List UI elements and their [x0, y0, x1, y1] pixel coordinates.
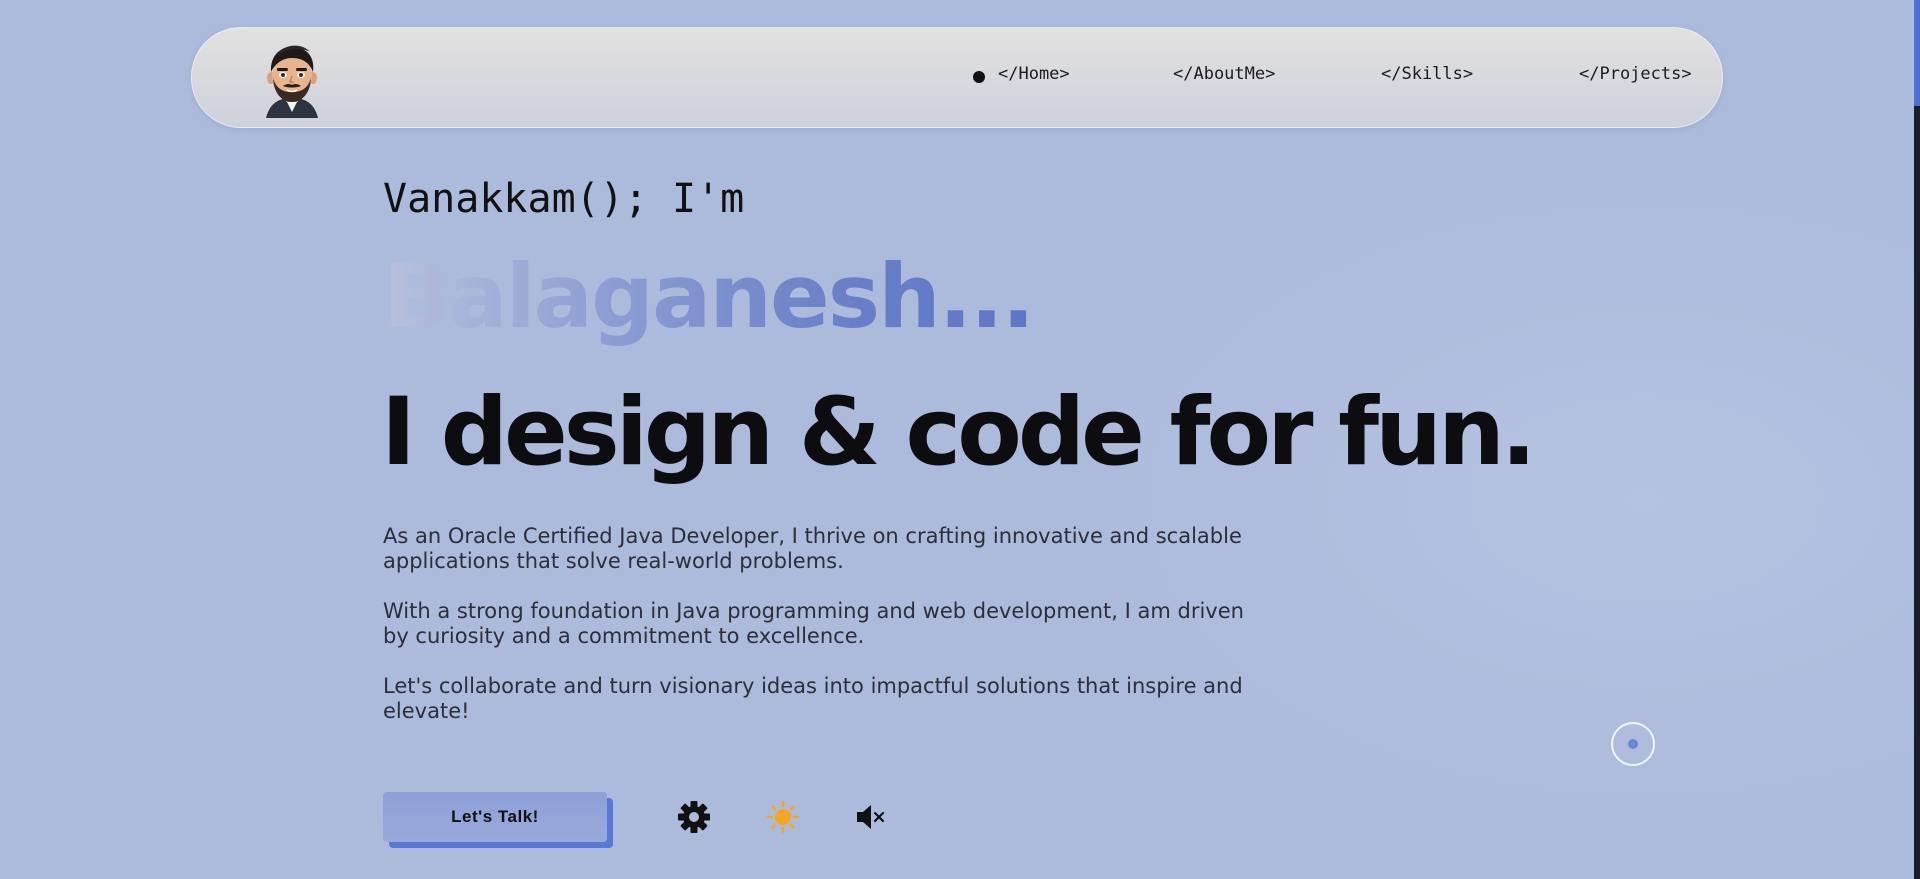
nav-item-skills[interactable]: </Skills> [1381, 64, 1473, 84]
gear-icon [675, 801, 713, 840]
bio-paragraph: Let's collaborate and turn visionary ide… [383, 674, 1243, 723]
tagline-heading: I design & code for fun. [381, 378, 1537, 487]
nav-item-projects[interactable]: </Projects> [1579, 64, 1692, 84]
cursor-dot [1628, 739, 1638, 749]
greeting-text: Vanakkam(); I'm [383, 176, 745, 222]
lets-talk-button[interactable]: Let's Talk! [383, 792, 607, 842]
speaker-muted-icon [851, 805, 889, 840]
background-glow [1000, 120, 1920, 879]
bio-section: As an Oracle Certified Java Developer, I… [383, 524, 1263, 749]
active-indicator-dot [973, 71, 985, 83]
name-heading: Balaganesh... [383, 245, 1035, 348]
settings-button[interactable] [675, 798, 713, 836]
nav-links: </Home> </AboutMe> </Skills> </Projects> [192, 28, 1722, 127]
bio-paragraph: With a strong foundation in Java program… [383, 599, 1244, 648]
sound-toggle-button[interactable] [851, 798, 889, 836]
scrollbar-thumb[interactable] [1914, 0, 1920, 106]
sun-icon [764, 800, 802, 840]
bio-paragraph: As an Oracle Certified Java Developer, I… [383, 524, 1242, 573]
theme-toggle-button[interactable] [764, 798, 802, 836]
scrollbar-track[interactable] [1914, 0, 1920, 879]
custom-cursor [1611, 722, 1655, 766]
navbar: </Home> </AboutMe> </Skills> </Projects> [191, 27, 1723, 128]
nav-item-home[interactable]: </Home> [998, 64, 1070, 84]
nav-item-aboutme[interactable]: </AboutMe> [1173, 64, 1275, 84]
